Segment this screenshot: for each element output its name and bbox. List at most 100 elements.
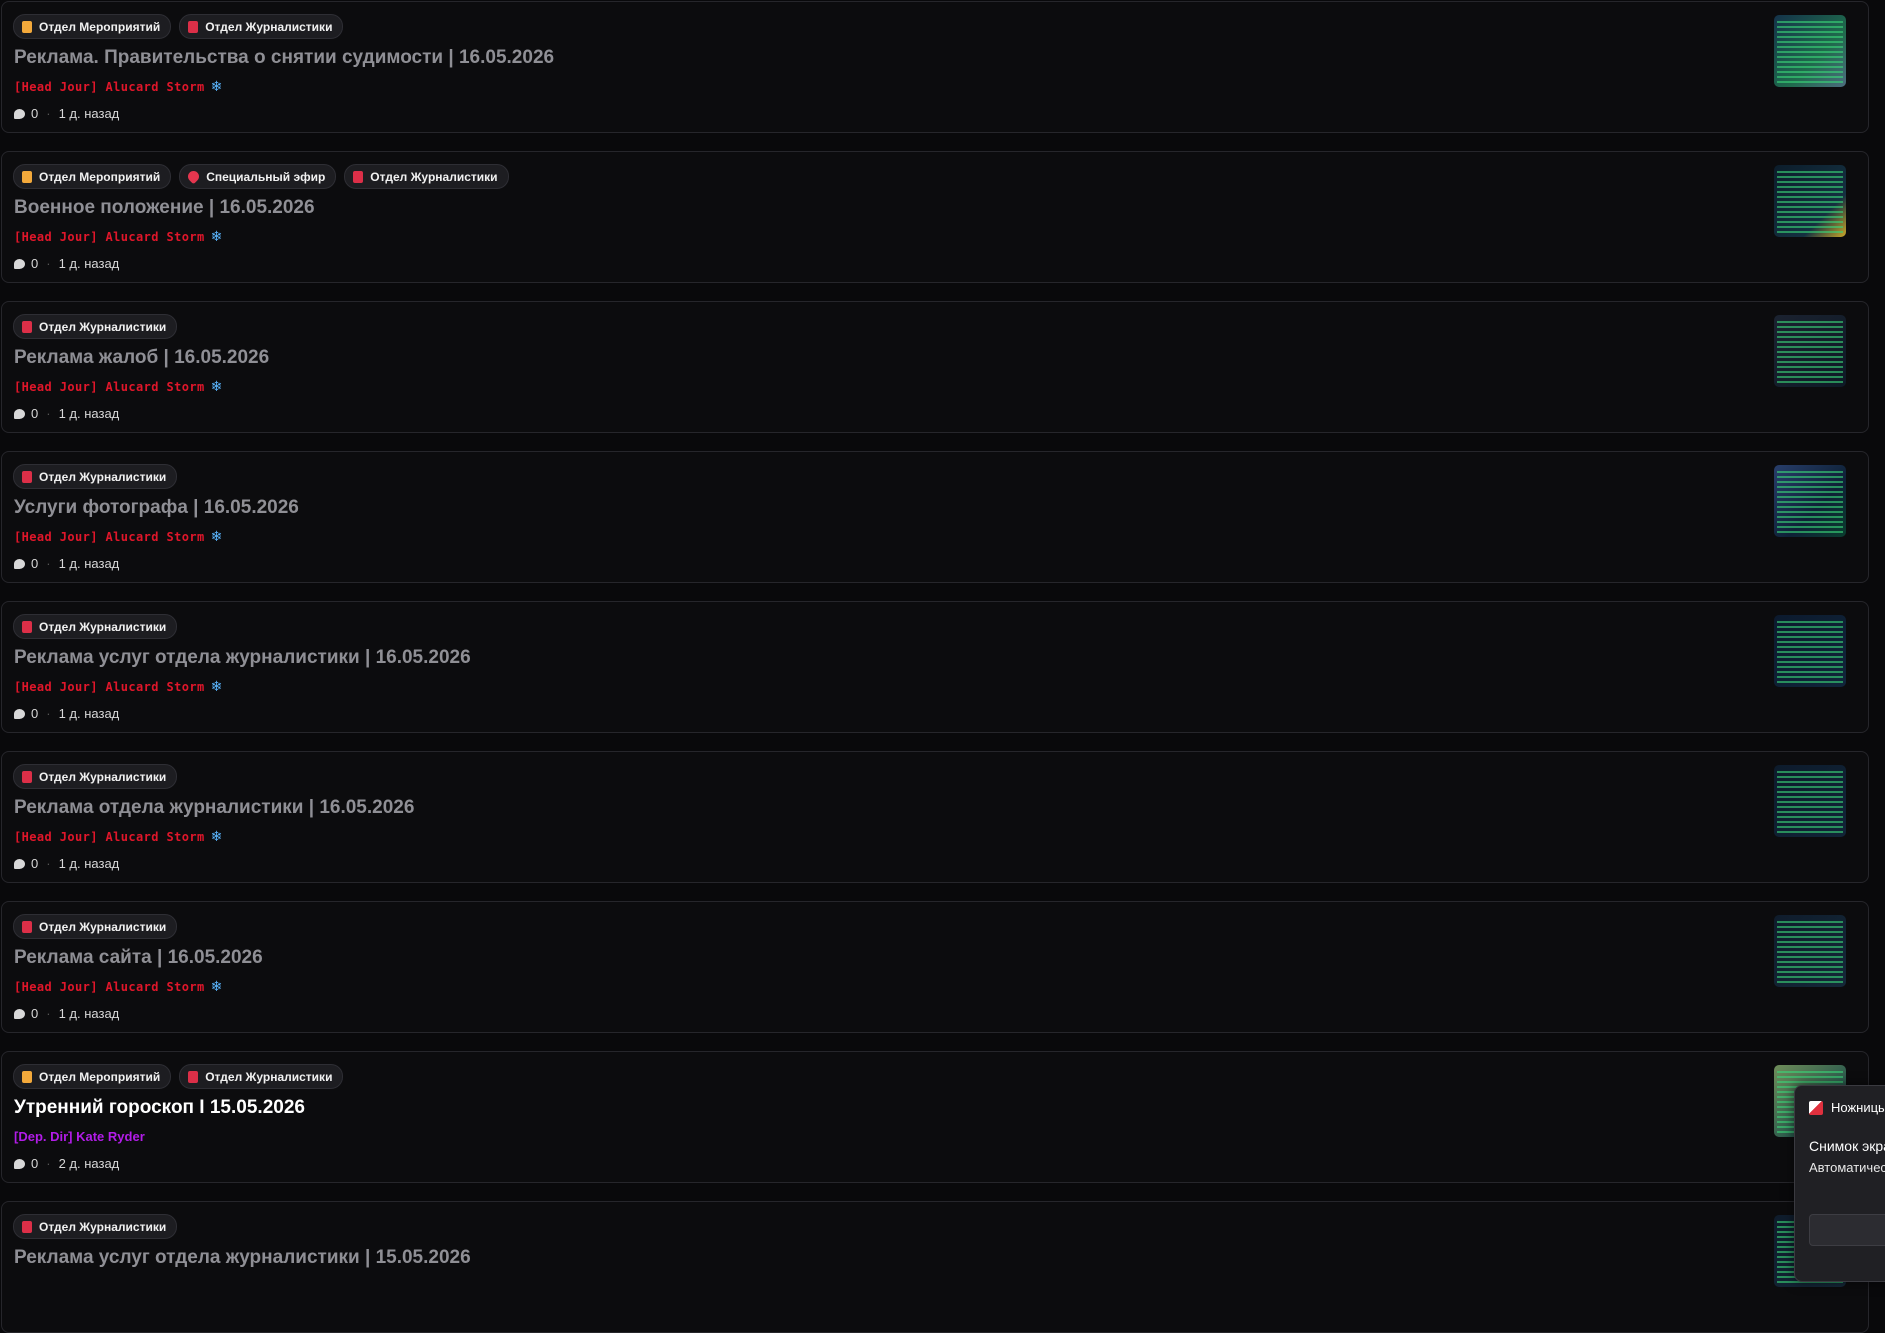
thread-time: 1 д. назад	[58, 256, 120, 271]
tag-badge[interactable]: Отдел Мероприятий	[13, 164, 172, 189]
separator-dot: ·	[46, 856, 51, 871]
thread-title-link[interactable]: Военное положение | 16.05.2026	[14, 197, 315, 219]
thread-title-link[interactable]: Реклама. Правительства о снятии судимост…	[14, 47, 554, 69]
thread-meta: 0 · 1 д. назад	[14, 706, 119, 721]
snipping-tool-notification[interactable]: Ножницы Снимок экра Автоматичес экрана.	[1794, 1085, 1885, 1282]
book-icon	[22, 770, 32, 783]
tag-label: Отдел Мероприятий	[39, 19, 161, 34]
tag-badge[interactable]: Отдел Журналистики	[13, 764, 178, 789]
snowflake-icon: ❄	[210, 229, 223, 245]
separator-dot: ·	[46, 1006, 51, 1021]
thread-title-link[interactable]: Реклама услуг отдела журналистики | 16.0…	[14, 647, 471, 669]
thread-time: 2 д. назад	[58, 1156, 120, 1171]
tag-badge[interactable]: Отдел Мероприятий	[13, 14, 172, 39]
thread-author-link[interactable]: [Dep. Dir] Kate Ryder	[14, 1129, 145, 1144]
tag-badge[interactable]: Отдел Журналистики	[13, 464, 178, 489]
thread-card[interactable]: Отдел Журналистики Реклама отдела журнали…	[1, 751, 1869, 883]
comment-count: 0	[31, 256, 39, 271]
folder-icon	[22, 170, 32, 183]
snowflake-icon: ❄	[210, 979, 223, 995]
thread-tags: Отдел Журналистики	[13, 914, 178, 939]
thread-title-link[interactable]: Реклама жалоб | 16.05.2026	[14, 347, 269, 369]
thread-author-link[interactable]: [Head Jour] Alucard Storm ❄	[14, 679, 223, 695]
comment-count: 0	[31, 106, 39, 121]
tag-label: Отдел Журналистики	[39, 319, 167, 334]
thread-card[interactable]: Отдел Журналистики Реклама жалоб | 16.05.…	[1, 301, 1869, 433]
thread-title-link[interactable]: Услуги фотографа | 16.05.2026	[14, 497, 299, 519]
comment-count: 0	[31, 856, 39, 871]
tag-badge[interactable]: Отдел Журналистики	[13, 914, 178, 939]
thread-thumbnail[interactable]	[1774, 615, 1846, 687]
thread-tags: Отдел Мероприятий Отдел Журналистики	[13, 1064, 344, 1089]
thread-card[interactable]: Отдел Журналистики Реклама сайта | 16.05.…	[1, 901, 1869, 1033]
heart-icon	[185, 168, 202, 185]
thumbnail-text-lines	[1777, 921, 1843, 983]
thread-thumbnail[interactable]	[1774, 915, 1846, 987]
comment-icon	[14, 558, 25, 569]
comment-icon	[14, 108, 25, 119]
tag-badge[interactable]: Специальный эфир	[179, 164, 337, 189]
tag-label: Отдел Мероприятий	[39, 169, 161, 184]
tag-badge[interactable]: Отдел Журналистики	[13, 614, 178, 639]
thumbnail-text-lines	[1777, 771, 1843, 833]
comment-icon	[14, 258, 25, 269]
thread-meta: 0 · 1 д. назад	[14, 1006, 119, 1021]
thread-author-link[interactable]: [Head Jour] Alucard Storm ❄	[14, 379, 223, 395]
thread-thumbnail[interactable]	[1774, 465, 1846, 537]
tag-badge[interactable]: Отдел Мероприятий	[13, 1064, 172, 1089]
author-name: [Head Jour] Alucard Storm	[14, 80, 205, 94]
tag-badge[interactable]: Отдел Журналистики	[179, 1064, 344, 1089]
separator-dot: ·	[46, 106, 51, 121]
thread-tags: Отдел Журналистики	[13, 614, 178, 639]
tag-label: Отдел Журналистики	[205, 19, 333, 34]
comment-icon	[14, 1008, 25, 1019]
tag-badge[interactable]: Отдел Журналистики	[13, 314, 178, 339]
thread-title-link[interactable]: Реклама сайта | 16.05.2026	[14, 947, 263, 969]
comment-count: 0	[31, 1006, 39, 1021]
thread-author-link[interactable]: [Head Jour] Alucard Storm ❄	[14, 79, 223, 95]
thread-author-link[interactable]: [Head Jour] Alucard Storm ❄	[14, 979, 223, 995]
thread-thumbnail[interactable]	[1774, 15, 1846, 87]
thread-author-link[interactable]: [Head Jour] Alucard Storm ❄	[14, 529, 223, 545]
thread-time: 1 д. назад	[58, 1006, 120, 1021]
thread-card[interactable]: Отдел Журналистики Реклама услуг отдела ж…	[1, 1201, 1869, 1333]
tag-label: Отдел Журналистики	[39, 919, 167, 934]
thread-thumbnail[interactable]	[1774, 765, 1846, 837]
thumbnail-text-lines	[1777, 171, 1843, 233]
thread-time: 1 д. назад	[58, 406, 120, 421]
tag-label: Отдел Мероприятий	[39, 1069, 161, 1084]
thread-author-link[interactable]: [Head Jour] Alucard Storm ❄	[14, 829, 223, 845]
snowflake-icon: ❄	[210, 79, 223, 95]
comment-icon	[14, 1158, 25, 1169]
snowflake-icon: ❄	[210, 379, 223, 395]
comment-icon	[14, 858, 25, 869]
tag-label: Специальный эфир	[206, 169, 326, 184]
tag-badge[interactable]: Отдел Журналистики	[344, 164, 509, 189]
tag-badge[interactable]: Отдел Журналистики	[13, 1214, 178, 1239]
book-icon	[22, 470, 32, 483]
folder-icon	[22, 20, 32, 33]
thread-thumbnail[interactable]	[1774, 165, 1846, 237]
thread-tags: Отдел Мероприятий Специальный эфир Отдел Ж…	[13, 164, 509, 189]
thread-thumbnail[interactable]	[1774, 315, 1846, 387]
thread-card[interactable]: Отдел Мероприятий Отдел Журналистики Утрен…	[1, 1051, 1869, 1183]
thread-title-link[interactable]: Реклама отдела журналистики | 16.05.2026	[14, 797, 414, 819]
thread-author-link[interactable]: [Head Jour] Alucard Storm ❄	[14, 229, 223, 245]
thread-title-link[interactable]: Реклама услуг отдела журналистики | 15.0…	[14, 1247, 471, 1269]
thread-time: 1 д. назад	[58, 706, 120, 721]
notification-action-button[interactable]	[1809, 1214, 1885, 1246]
tag-badge[interactable]: Отдел Журналистики	[179, 14, 344, 39]
thumbnail-text-lines	[1777, 471, 1843, 533]
thread-card[interactable]: Отдел Мероприятий Отдел Журналистики Рекла…	[1, 1, 1869, 133]
folder-icon	[22, 1070, 32, 1083]
thread-card[interactable]: Отдел Журналистики Реклама услуг отдела ж…	[1, 601, 1869, 733]
book-icon	[22, 620, 32, 633]
thread-card[interactable]: Отдел Мероприятий Специальный эфир Отдел Ж…	[1, 151, 1869, 283]
thread-meta: 0 · 1 д. назад	[14, 556, 119, 571]
thread-card[interactable]: Отдел Журналистики Услуги фотографа | 16.…	[1, 451, 1869, 583]
thread-tags: Отдел Мероприятий Отдел Журналистики	[13, 14, 344, 39]
notification-header: Ножницы	[1809, 1100, 1885, 1115]
thumbnail-text-lines	[1777, 321, 1843, 383]
thread-title-link[interactable]: Утренний гороскоп I 15.05.2026	[14, 1097, 305, 1119]
snowflake-icon: ❄	[210, 679, 223, 695]
